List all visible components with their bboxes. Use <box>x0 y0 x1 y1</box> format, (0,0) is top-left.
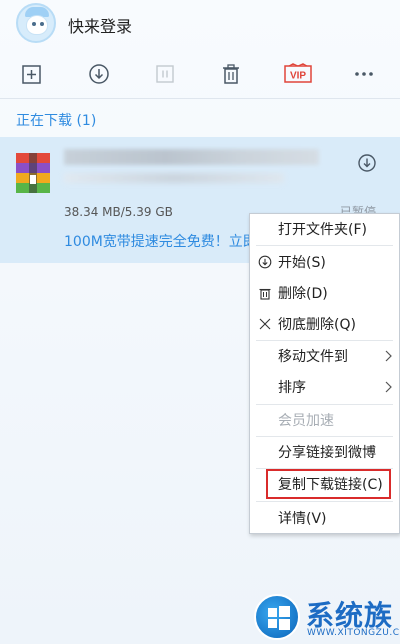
file-name-blurred <box>64 149 319 165</box>
vip-button[interactable]: VIP <box>284 62 312 86</box>
toolbar: VIP <box>0 56 400 96</box>
avatar[interactable] <box>16 3 56 43</box>
context-menu: 打开文件夹(F) 开始(S) 删除(D) 彻底删除(Q) 移动文件到 排序 会员… <box>249 213 400 534</box>
menu-item-delete[interactable]: 删除(D) <box>250 278 399 308</box>
avatar-eye <box>32 22 36 26</box>
trash-icon <box>223 64 239 84</box>
menu-item-vip-accelerate: 会员加速 <box>250 405 399 435</box>
toolbar-divider <box>0 98 400 99</box>
menu-separator <box>256 501 393 502</box>
pause-icon <box>156 65 174 83</box>
header: 快来登录 <box>0 0 400 50</box>
chevron-right-icon <box>385 350 392 362</box>
menu-item-sort[interactable]: 排序 <box>250 372 399 402</box>
watermark-url: WWW.XITONGZU.COM <box>307 628 400 638</box>
menu-item-open-folder[interactable]: 打开文件夹(F) <box>250 214 399 244</box>
avatar-face <box>26 15 48 35</box>
menu-item-label: 删除(D) <box>278 286 328 302</box>
plus-square-icon <box>22 65 41 84</box>
menu-item-label: 移动文件到 <box>278 349 348 365</box>
windows-logo-icon <box>254 594 300 640</box>
menu-item-delete-permanently[interactable]: 彻底删除(Q) <box>250 309 399 339</box>
promo-link[interactable]: 100M宽带提速完全免费！立即 <box>64 231 257 251</box>
file-subtitle-blurred <box>64 173 284 183</box>
menu-item-label: 开始(S) <box>278 255 326 271</box>
chevron-right-icon <box>385 381 392 393</box>
menu-item-start[interactable]: 开始(S) <box>250 247 399 277</box>
download-circle-icon <box>89 64 109 84</box>
login-title[interactable]: 快来登录 <box>68 13 132 37</box>
pause-button[interactable] <box>153 62 177 86</box>
app-window: 快来登录 VIP 正在下载 (1) 38.34 MB/5.39 GB 已暂停 1… <box>0 0 400 644</box>
more-dots-icon <box>355 72 373 76</box>
menu-item-label: 排序 <box>278 380 306 396</box>
close-icon <box>259 318 271 330</box>
vip-label: VIP <box>290 71 306 82</box>
start-download-button[interactable] <box>87 62 111 86</box>
menu-item-share-weibo[interactable]: 分享链接到微博 <box>250 437 399 467</box>
menu-item-details[interactable]: 详情(V) <box>250 503 399 533</box>
avatar-eye <box>40 22 44 26</box>
menu-item-move-to[interactable]: 移动文件到 <box>250 341 399 371</box>
watermark: 系统族 WWW.XITONGZU.COM <box>250 590 400 644</box>
menu-item-label: 彻底删除(Q) <box>278 317 356 333</box>
download-circle-icon <box>258 255 272 269</box>
more-button[interactable] <box>352 62 376 86</box>
zip-file-icon <box>16 153 50 193</box>
trash-icon <box>259 288 271 300</box>
highlight-box <box>266 469 391 499</box>
delete-button[interactable] <box>219 62 243 86</box>
new-task-button[interactable] <box>20 62 44 86</box>
download-size: 38.34 MB/5.39 GB <box>64 205 173 219</box>
download-circle-icon[interactable] <box>357 153 377 173</box>
menu-item-label: 打开文件夹(F) <box>278 222 367 238</box>
menu-item-label: 分享链接到微博 <box>278 445 376 461</box>
menu-separator <box>256 245 393 246</box>
downloading-section-title[interactable]: 正在下载 (1) <box>16 110 96 130</box>
menu-item-label: 详情(V) <box>278 511 327 527</box>
menu-item-label: 会员加速 <box>278 413 334 429</box>
vip-icon: VIP <box>284 63 312 83</box>
